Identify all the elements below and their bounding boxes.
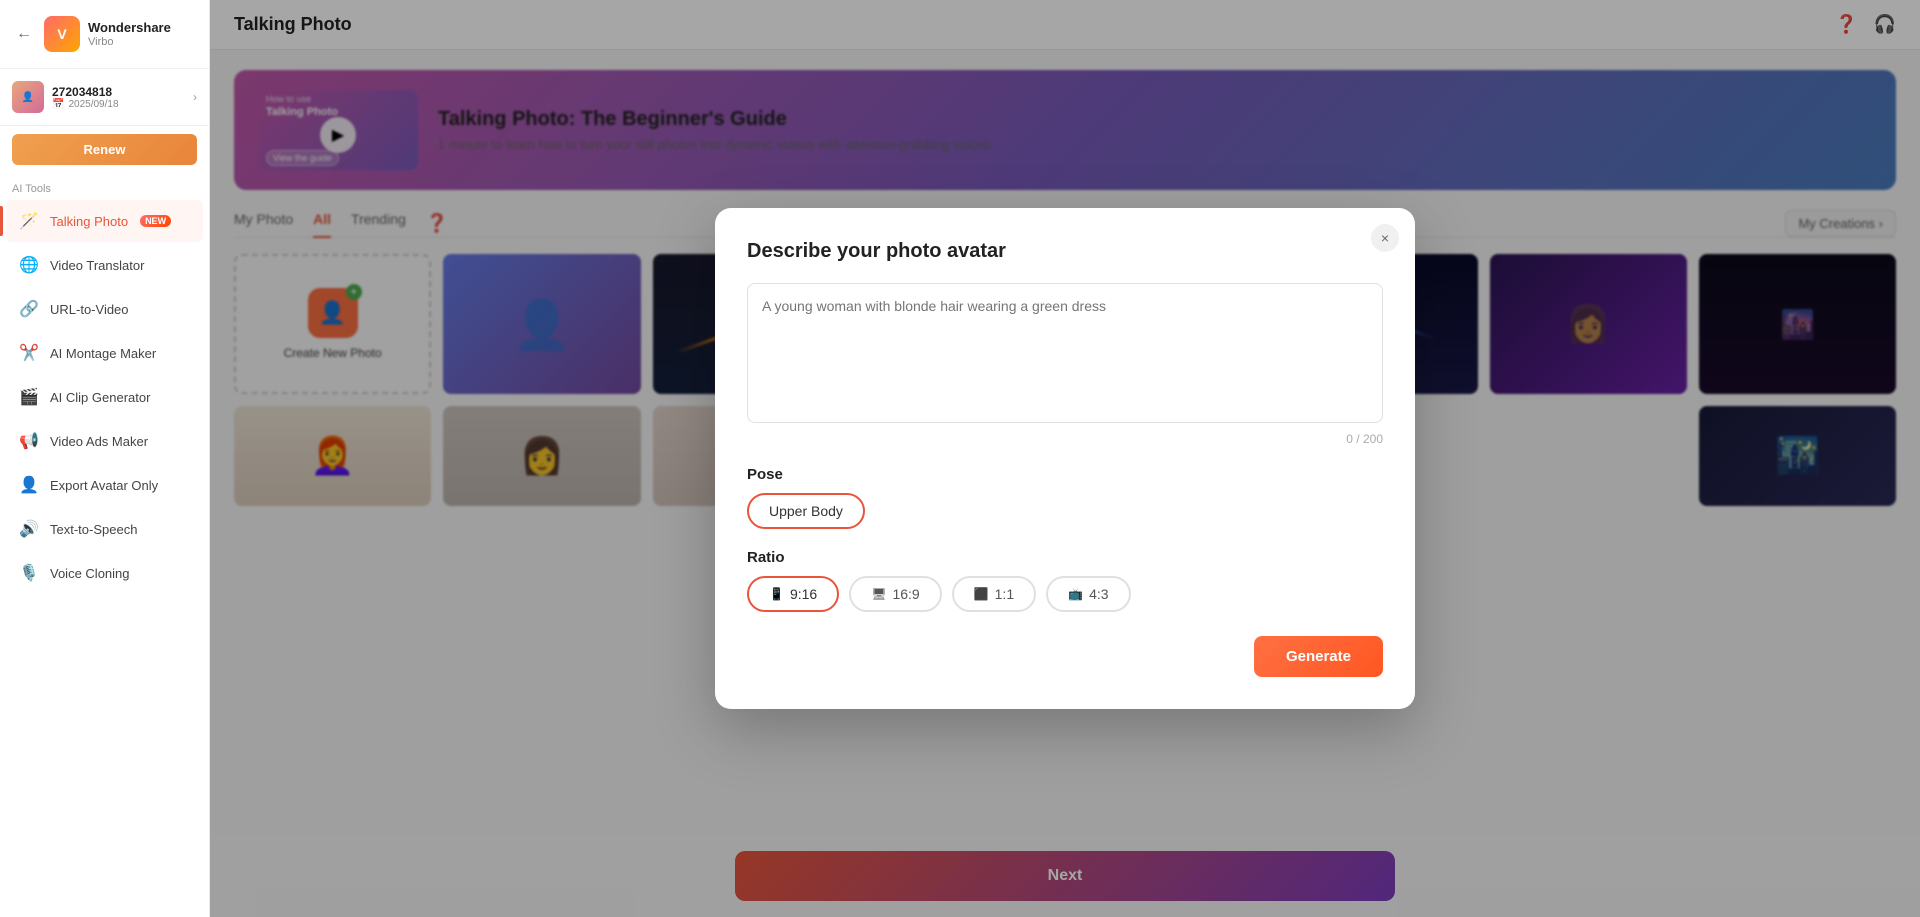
- sidebar-item-ai-montage-maker[interactable]: ✂️ AI Montage Maker: [6, 332, 203, 374]
- user-id: 272034818: [52, 85, 185, 99]
- sidebar-item-label: Text-to-Speech: [50, 522, 137, 537]
- sidebar-item-label: Video Translator: [50, 258, 144, 273]
- landscape-icon: 🖥: [871, 587, 886, 601]
- new-badge: NEW: [140, 215, 171, 227]
- ratio-1-1-button[interactable]: ⬛ 1:1: [952, 576, 1036, 612]
- user-section: 👤 272034818 📅 2025/09/18 ›: [0, 69, 209, 126]
- ratio-1-1-label: 1:1: [995, 586, 1014, 602]
- url-to-video-icon: 🔗: [18, 298, 40, 320]
- avatar: 👤: [12, 81, 44, 113]
- ai-clip-icon: 🎬: [18, 386, 40, 408]
- pose-upper-body-button[interactable]: Upper Body: [747, 493, 865, 529]
- ratio-16-9-label: 16:9: [892, 586, 919, 602]
- tv-icon: 📺: [1068, 587, 1083, 601]
- video-ads-icon: 📢: [18, 430, 40, 452]
- sidebar-item-text-to-speech[interactable]: 🔊 Text-to-Speech: [6, 508, 203, 550]
- sidebar-item-url-to-video[interactable]: 🔗 URL-to-Video: [6, 288, 203, 330]
- sidebar-item-label: Video Ads Maker: [50, 434, 148, 449]
- pose-section: Pose Upper Body: [747, 466, 1383, 529]
- ratio-section: Ratio 📱 9:16 🖥 16:9 ⬛ 1:1 📺: [747, 549, 1383, 612]
- portrait-icon: 📱: [769, 587, 784, 601]
- sidebar-item-label: Voice Cloning: [50, 566, 130, 581]
- text-to-speech-icon: 🔊: [18, 518, 40, 540]
- sidebar-item-label: Export Avatar Only: [50, 478, 158, 493]
- char-count: 0 / 200: [747, 432, 1383, 446]
- ai-tools-label: AI Tools: [0, 173, 209, 199]
- sidebar: ← V Wondershare Virbo 👤 272034818 📅 2025…: [0, 0, 210, 917]
- user-info: 272034818 📅 2025/09/18: [52, 85, 185, 110]
- sidebar-item-talking-photo[interactable]: 🪄 Talking Photo NEW: [6, 200, 203, 242]
- modal-actions: Generate: [747, 636, 1383, 677]
- export-avatar-icon: 👤: [18, 474, 40, 496]
- main-area: Talking Photo ❓ 🎧 How to use Talking Pho…: [210, 0, 1920, 917]
- square-icon: ⬛: [974, 587, 989, 601]
- sidebar-header: ← V Wondershare Virbo: [0, 0, 209, 69]
- talking-photo-icon: 🪄: [18, 210, 40, 232]
- ratio-label: Ratio: [747, 549, 1383, 566]
- sidebar-item-video-ads-maker[interactable]: 📢 Video Ads Maker: [6, 420, 203, 462]
- sidebar-item-voice-cloning[interactable]: 🎙️ Voice Cloning: [6, 552, 203, 594]
- sidebar-item-export-avatar-only[interactable]: 👤 Export Avatar Only: [6, 464, 203, 506]
- ratio-4-3-label: 4:3: [1089, 586, 1108, 602]
- generate-button[interactable]: Generate: [1254, 636, 1383, 677]
- modal-title: Describe your photo avatar: [747, 240, 1383, 263]
- pose-label: Pose: [747, 466, 1383, 483]
- sidebar-item-label: AI Montage Maker: [50, 346, 156, 361]
- sidebar-item-label: Talking Photo: [50, 214, 128, 229]
- logo-icon: V: [44, 16, 80, 52]
- avatar-description-input[interactable]: [747, 283, 1383, 423]
- sidebar-item-label: AI Clip Generator: [50, 390, 150, 405]
- ratio-9-16-label: 9:16: [790, 586, 817, 602]
- sidebar-item-video-translator[interactable]: 🌐 Video Translator: [6, 244, 203, 286]
- back-button[interactable]: ←: [12, 21, 36, 47]
- brand-info: Wondershare Virbo: [88, 20, 171, 48]
- describe-avatar-modal: × Describe your photo avatar 0 / 200 Pos…: [715, 208, 1415, 709]
- user-expand-icon[interactable]: ›: [193, 90, 197, 104]
- modal-overlay: × Describe your photo avatar 0 / 200 Pos…: [210, 0, 1920, 917]
- video-translator-icon: 🌐: [18, 254, 40, 276]
- voice-cloning-icon: 🎙️: [18, 562, 40, 584]
- ratio-9-16-button[interactable]: 📱 9:16: [747, 576, 839, 612]
- modal-close-button[interactable]: ×: [1371, 224, 1399, 252]
- ratio-16-9-button[interactable]: 🖥 16:9: [849, 576, 941, 612]
- ai-montage-icon: ✂️: [18, 342, 40, 364]
- ratio-options: 📱 9:16 🖥 16:9 ⬛ 1:1 📺 4:3: [747, 576, 1383, 612]
- user-date: 📅 2025/09/18: [52, 99, 185, 110]
- ratio-4-3-button[interactable]: 📺 4:3: [1046, 576, 1130, 612]
- sidebar-item-label: URL-to-Video: [50, 302, 129, 317]
- sidebar-item-ai-clip-generator[interactable]: 🎬 AI Clip Generator: [6, 376, 203, 418]
- renew-button[interactable]: Renew: [12, 134, 197, 165]
- calendar-icon: 📅: [52, 99, 64, 110]
